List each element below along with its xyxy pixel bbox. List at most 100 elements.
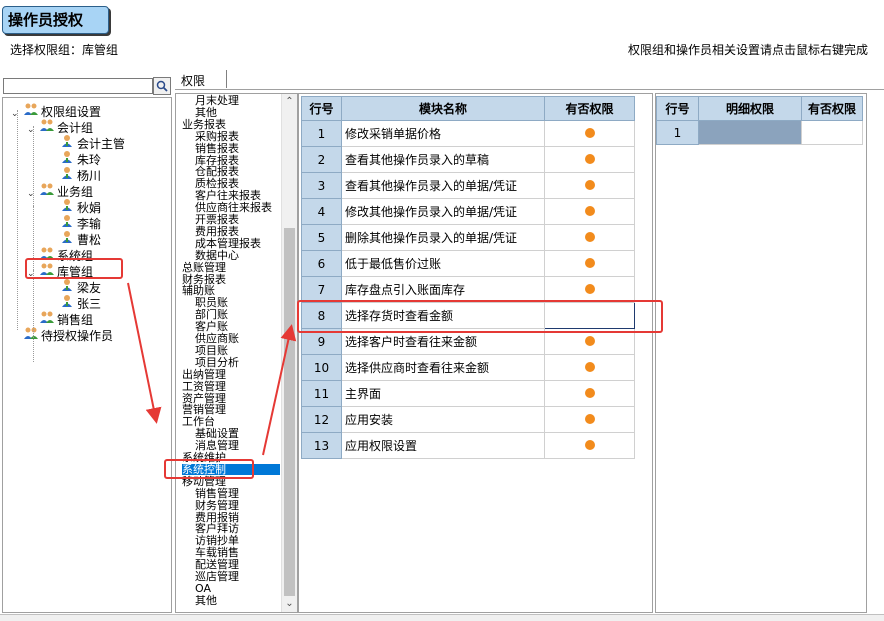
- table-row[interactable]: 6 低于最低售价过账: [301, 250, 635, 277]
- tree-node[interactable]: 张三: [47, 294, 101, 311]
- module-list-item[interactable]: 营销管理: [182, 404, 226, 415]
- module-list-item[interactable]: 开票报表: [195, 214, 239, 225]
- tree-node[interactable]: 李输: [47, 214, 101, 231]
- tree-node[interactable]: 曹松: [47, 230, 102, 247]
- table-row[interactable]: 10 选择供应商时查看往来金额: [301, 354, 635, 381]
- tree-node[interactable]: ⌄ 权限组设置: [11, 102, 101, 119]
- detail-header-detail-permission[interactable]: 明细权限: [698, 96, 802, 121]
- permission-cell[interactable]: [544, 406, 635, 433]
- module-list-item[interactable]: 资产管理: [182, 393, 226, 404]
- module-list-item[interactable]: 客户往来报表: [195, 190, 261, 201]
- module-list-item[interactable]: 消息管理: [195, 440, 239, 451]
- table-row[interactable]: 2 查看其他操作员录入的草稿: [301, 146, 635, 173]
- col-header-permission[interactable]: 有否权限: [544, 96, 635, 121]
- table-row[interactable]: 3 查看其他操作员录入的单据/凭证: [301, 172, 635, 199]
- module-list-item[interactable]: 职员账: [195, 297, 228, 308]
- module-list-item[interactable]: 销售报表: [195, 143, 239, 154]
- permission-cell[interactable]: [544, 432, 635, 459]
- permission-cell[interactable]: [544, 172, 635, 199]
- tree-node[interactable]: 杨川: [47, 166, 102, 183]
- module-list-item[interactable]: 采购报表: [195, 131, 239, 142]
- module-list-item[interactable]: 项目分析: [195, 357, 239, 368]
- permission-cell[interactable]: [544, 120, 635, 147]
- module-list-item[interactable]: 其他: [195, 595, 217, 606]
- module-list-item[interactable]: 总账管理: [182, 262, 226, 273]
- module-list-scrollbar[interactable]: ⌃ ⌄: [281, 94, 297, 612]
- table-row[interactable]: 1 修改采销单据价格: [301, 120, 635, 147]
- module-list-item[interactable]: 配送管理: [195, 559, 239, 570]
- scroll-down-icon[interactable]: ⌄: [282, 596, 297, 612]
- table-row[interactable]: 4 修改其他操作员录入的单据/凭证: [301, 198, 635, 225]
- tree-node[interactable]: 朱玲: [47, 150, 101, 167]
- module-list-item[interactable]: 库存报表: [195, 155, 239, 166]
- permission-cell[interactable]: [544, 250, 635, 277]
- tree-node-label: 曹松: [77, 233, 102, 247]
- detail-row[interactable]: 1: [656, 120, 863, 145]
- tree-node[interactable]: ⌄ 会计组: [27, 118, 93, 135]
- tree-node[interactable]: 梁友: [47, 278, 102, 295]
- col-header-module-name[interactable]: 模块名称: [341, 96, 545, 121]
- tab-permissions[interactable]: 权限: [181, 72, 205, 89]
- module-list-item[interactable]: 成本管理报表: [195, 238, 261, 249]
- module-list-item[interactable]: 巡店管理: [195, 571, 239, 582]
- module-list-item[interactable]: 销售管理: [195, 488, 239, 499]
- module-list-item[interactable]: 车载销售: [195, 547, 239, 558]
- table-row[interactable]: 13 应用权限设置: [301, 432, 635, 459]
- permission-granted-icon: [584, 257, 595, 268]
- search-input[interactable]: [3, 78, 153, 94]
- module-list-item[interactable]: 质检报表: [195, 178, 239, 189]
- permission-cell[interactable]: [544, 354, 635, 381]
- scroll-thumb[interactable]: [284, 228, 295, 596]
- detail-has-permission-cell[interactable]: [801, 120, 863, 145]
- module-list-item[interactable]: 部门账: [195, 309, 228, 320]
- permission-group-tree[interactable]: ⌄ 权限组设置 ⌄ 会计组 会计主管 朱玲 杨川 ⌄ 业务组 秋娟 李输 曹松 系统组 ⌄ 库管组 梁友 张三销…: [2, 97, 172, 613]
- module-list-item[interactable]: 财务报表: [182, 274, 226, 285]
- tree-node[interactable]: 秋娟: [47, 198, 101, 215]
- module-list-item[interactable]: 客户拜访: [195, 523, 239, 534]
- permission-cell[interactable]: [544, 380, 635, 407]
- module-list-item[interactable]: 费用报销: [195, 512, 239, 523]
- table-row[interactable]: 7 库存盘点引入账面库存: [301, 276, 635, 303]
- module-list-item[interactable]: 访销抄单: [195, 535, 239, 546]
- module-list-item[interactable]: OA: [195, 583, 211, 594]
- tree-node[interactable]: 会计主管: [47, 134, 126, 151]
- tree-node[interactable]: ⌄ 业务组: [27, 182, 93, 199]
- tree-node-label: 梁友: [77, 281, 102, 295]
- module-list-item[interactable]: 工资管理: [182, 381, 226, 392]
- module-list[interactable]: 月末处理 其他 业务报表 采购报表 销售报表 库存报表 仓配报表 质检报表 客户往来报表 供应商往…: [175, 93, 298, 613]
- table-row[interactable]: 11 主界面: [301, 380, 635, 407]
- tree-node-label: 杨川: [77, 169, 102, 183]
- table-row[interactable]: 12 应用安装: [301, 406, 635, 433]
- module-name-cell: 主界面: [341, 380, 545, 407]
- module-name-cell: 库存盘点引入账面库存: [341, 276, 545, 303]
- module-list-item[interactable]: 月末处理: [195, 95, 239, 106]
- permission-cell[interactable]: [544, 276, 635, 303]
- permission-cell[interactable]: [544, 198, 635, 225]
- tree-node[interactable]: 销售组: [27, 310, 93, 327]
- module-list-item[interactable]: 客户账: [195, 321, 228, 332]
- tree-node-label: 会计主管: [77, 137, 126, 151]
- module-list-item[interactable]: 仓配报表: [195, 166, 239, 177]
- permission-cell[interactable]: [544, 146, 635, 173]
- col-header-row-no[interactable]: 行号: [301, 96, 342, 121]
- module-list-item[interactable]: 业务报表: [182, 119, 226, 130]
- module-list-item[interactable]: 数据中心: [195, 250, 239, 261]
- module-list-item[interactable]: 项目账: [195, 345, 228, 356]
- detail-header-permission[interactable]: 有否权限: [801, 96, 863, 121]
- detail-permission-cell[interactable]: [698, 120, 802, 145]
- module-list-item[interactable]: 基础设置: [195, 428, 239, 439]
- module-list-item[interactable]: 其他: [195, 107, 217, 118]
- module-list-item[interactable]: 工作台: [182, 416, 215, 427]
- module-list-item[interactable]: 费用报表: [195, 226, 239, 237]
- table-row[interactable]: 5 删除其他操作员录入的单据/凭证: [301, 224, 635, 251]
- module-list-item[interactable]: 供应商账: [195, 333, 239, 344]
- module-list-item[interactable]: 出纳管理: [182, 369, 226, 380]
- detail-header-row-no[interactable]: 行号: [656, 96, 699, 121]
- module-list-item[interactable]: 辅助账: [182, 285, 215, 296]
- permission-cell[interactable]: [544, 224, 635, 251]
- search-button[interactable]: [153, 77, 171, 95]
- tree-node[interactable]: 待授权操作员: [11, 326, 113, 343]
- module-list-item[interactable]: 财务管理: [195, 500, 239, 511]
- scroll-up-icon[interactable]: ⌃: [282, 94, 297, 110]
- module-list-item[interactable]: 供应商往来报表: [195, 202, 272, 213]
